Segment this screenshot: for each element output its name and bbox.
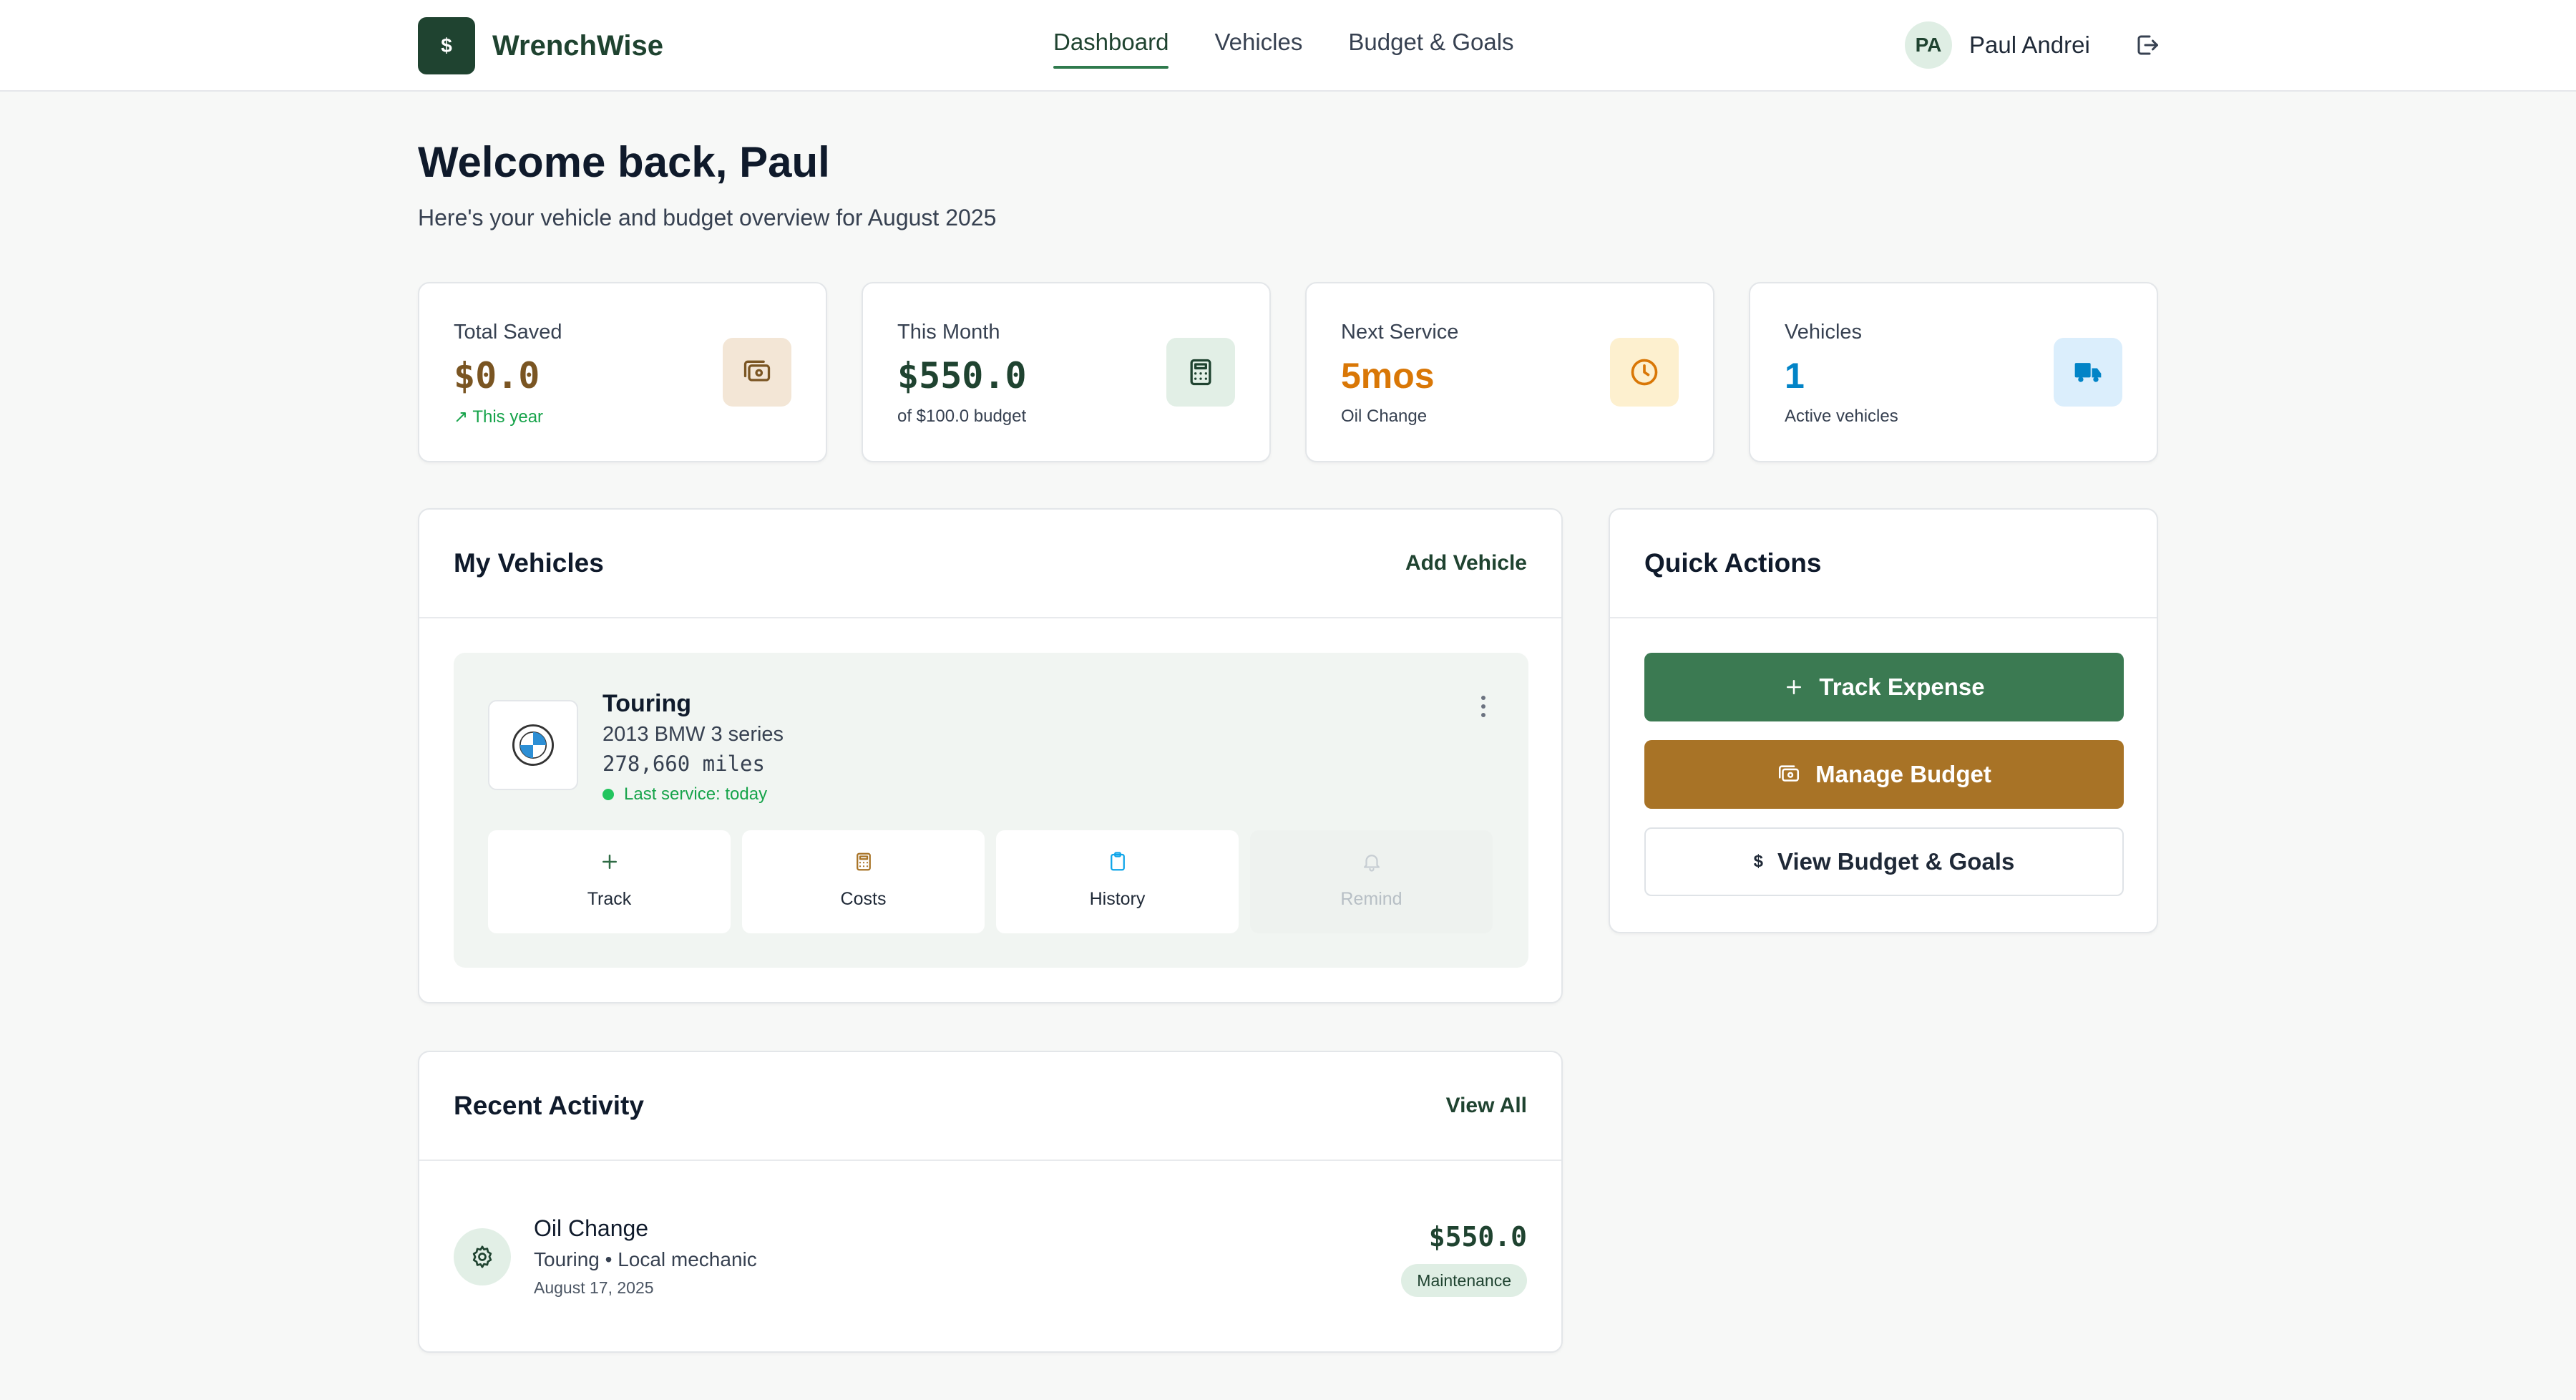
plus-icon bbox=[595, 847, 624, 876]
view-budget-goals-button[interactable]: $ View Budget & Goals bbox=[1644, 827, 2124, 896]
wallet-icon bbox=[723, 338, 791, 407]
bell-icon bbox=[1357, 847, 1386, 876]
card-header: Quick Actions bbox=[1610, 510, 2157, 618]
page-title: Welcome back, Paul bbox=[418, 138, 830, 186]
stat-value: $550.0 bbox=[897, 355, 1027, 397]
manage-budget-label: Manage Budget bbox=[1815, 761, 1991, 787]
history-button[interactable]: History bbox=[996, 830, 1239, 933]
more-options-icon[interactable] bbox=[1473, 689, 1494, 724]
vehicle-item[interactable]: Touring 2013 BMW 3 series 278,660 miles … bbox=[454, 653, 1528, 968]
stat-card-next-service: Next Service 5mos Oil Change bbox=[1305, 282, 1714, 462]
stat-label: Vehicles bbox=[1785, 321, 1863, 344]
calculator-icon bbox=[849, 847, 878, 876]
last-service-text: Last service: today bbox=[624, 784, 768, 804]
stat-label: Total Saved bbox=[454, 321, 562, 344]
car-brand-logo bbox=[488, 700, 578, 790]
activity-meta: Touring • Local mechanic bbox=[534, 1248, 757, 1270]
main-nav: Dashboard Vehicles Budget & Goals bbox=[1053, 0, 1514, 92]
card-title: Recent Activity bbox=[454, 1091, 644, 1120]
nav-budget-goals[interactable]: Budget & Goals bbox=[1348, 0, 1513, 69]
costs-label: Costs bbox=[840, 889, 887, 909]
stat-card-vehicles: Vehicles 1 Active vehicles bbox=[1749, 282, 2158, 462]
manage-budget-button[interactable]: Manage Budget bbox=[1644, 740, 2124, 809]
nav-vehicles[interactable]: Vehicles bbox=[1214, 0, 1302, 69]
page-subtitle: Here's your vehicle and budget overview … bbox=[418, 205, 997, 230]
user-menu: PA Paul Andrei bbox=[1905, 21, 2163, 69]
stat-label: This Month bbox=[897, 321, 1000, 344]
track-expense-button[interactable]: Track Expense bbox=[1644, 653, 2124, 721]
clock-icon bbox=[1610, 338, 1679, 407]
card-title: Quick Actions bbox=[1644, 548, 1822, 578]
add-vehicle-button[interactable]: Add Vehicle bbox=[1405, 551, 1527, 575]
track-label: Track bbox=[587, 889, 632, 909]
card-header: Recent Activity View All bbox=[419, 1052, 1561, 1161]
stat-card-this-month: This Month $550.0 of $100.0 budget bbox=[862, 282, 1271, 462]
vehicle-actions: Track Costs History Remind bbox=[488, 830, 1493, 933]
nav-dashboard[interactable]: Dashboard bbox=[1053, 0, 1169, 69]
track-expense-label: Track Expense bbox=[1819, 674, 1985, 700]
category-badge: Maintenance bbox=[1401, 1264, 1527, 1297]
activity-date: August 17, 2025 bbox=[534, 1278, 654, 1297]
my-vehicles-card: My Vehicles Add Vehicle Touring 2013 BMW… bbox=[418, 508, 1563, 1003]
stat-card-total-saved: Total Saved $0.0 ↗ This year bbox=[418, 282, 827, 462]
remind-button[interactable]: Remind bbox=[1250, 830, 1493, 933]
stat-value: 1 bbox=[1785, 356, 1805, 396]
user-name: Paul Andrei bbox=[1969, 31, 2090, 58]
top-nav-bar: $ WrenchWise Dashboard Vehicles Budget &… bbox=[0, 0, 2576, 92]
wallet-icon bbox=[1777, 762, 1801, 787]
stat-value: $0.0 bbox=[454, 355, 540, 397]
clipboard-icon bbox=[1103, 847, 1132, 876]
track-button[interactable]: Track bbox=[488, 830, 731, 933]
card-title: My Vehicles bbox=[454, 548, 604, 578]
view-budget-goals-label: View Budget & Goals bbox=[1777, 848, 2015, 875]
stat-sub: ↗ This year bbox=[454, 407, 544, 427]
vehicle-model: 2013 BMW 3 series bbox=[602, 723, 784, 746]
stat-sub: Oil Change bbox=[1341, 407, 1428, 426]
stat-label: Next Service bbox=[1341, 321, 1459, 344]
avatar[interactable]: PA bbox=[1905, 21, 1952, 69]
quick-actions-card: Quick Actions Track Expense Manage Budge… bbox=[1609, 508, 2158, 933]
brand-logo: $ bbox=[418, 17, 475, 74]
activity-title: Oil Change bbox=[534, 1215, 649, 1241]
stat-sub: of $100.0 budget bbox=[897, 407, 1027, 426]
recent-activity-card: Recent Activity View All Oil Change Tour… bbox=[418, 1051, 1563, 1353]
vehicle-name: Touring bbox=[602, 690, 691, 717]
history-label: History bbox=[1089, 889, 1146, 909]
plus-icon bbox=[1783, 676, 1805, 698]
costs-button[interactable]: Costs bbox=[742, 830, 985, 933]
status-dot bbox=[602, 789, 614, 800]
activity-amount: $550.0 bbox=[1428, 1221, 1527, 1253]
vehicle-mileage: 278,660 miles bbox=[602, 752, 765, 776]
stat-sub: Active vehicles bbox=[1785, 407, 1898, 426]
dollar-icon: $ bbox=[1753, 852, 1764, 871]
stat-value: 5mos bbox=[1341, 356, 1435, 396]
logout-icon[interactable] bbox=[2132, 29, 2163, 61]
brand-name: WrenchWise bbox=[492, 29, 663, 62]
remind-label: Remind bbox=[1340, 889, 1402, 909]
truck-icon bbox=[2054, 338, 2122, 407]
brand[interactable]: $ WrenchWise bbox=[418, 17, 663, 74]
view-all-link[interactable]: View All bbox=[1446, 1094, 1527, 1118]
calculator-icon bbox=[1166, 338, 1235, 407]
card-header: My Vehicles Add Vehicle bbox=[419, 510, 1561, 618]
gear-icon bbox=[454, 1228, 511, 1285]
last-service-status: Last service: today bbox=[602, 784, 767, 804]
